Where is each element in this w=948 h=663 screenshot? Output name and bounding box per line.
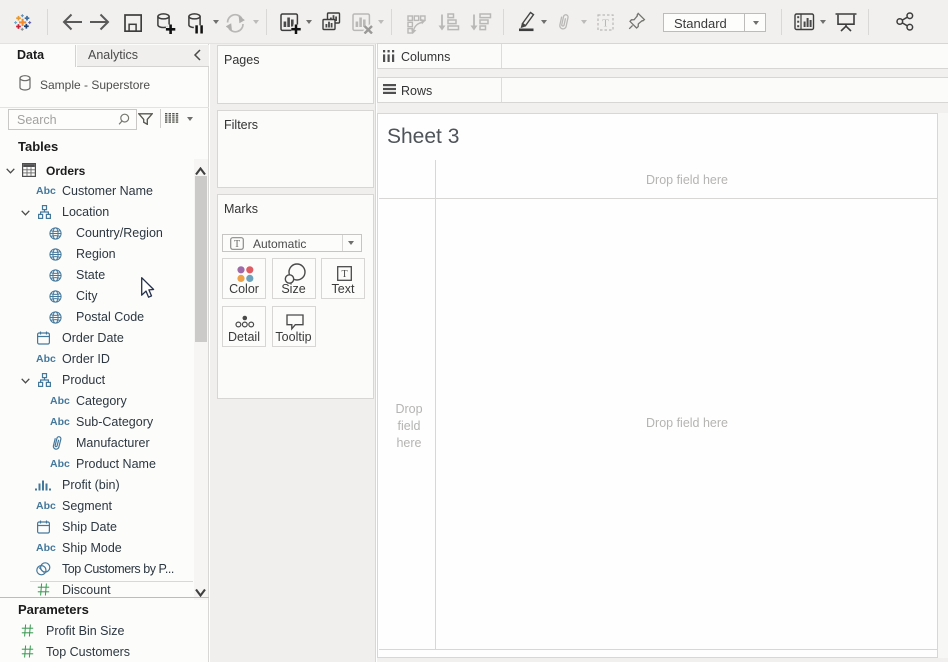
svg-text:T: T xyxy=(602,18,609,30)
svg-text:T: T xyxy=(341,269,347,280)
svg-text:T: T xyxy=(234,239,240,250)
